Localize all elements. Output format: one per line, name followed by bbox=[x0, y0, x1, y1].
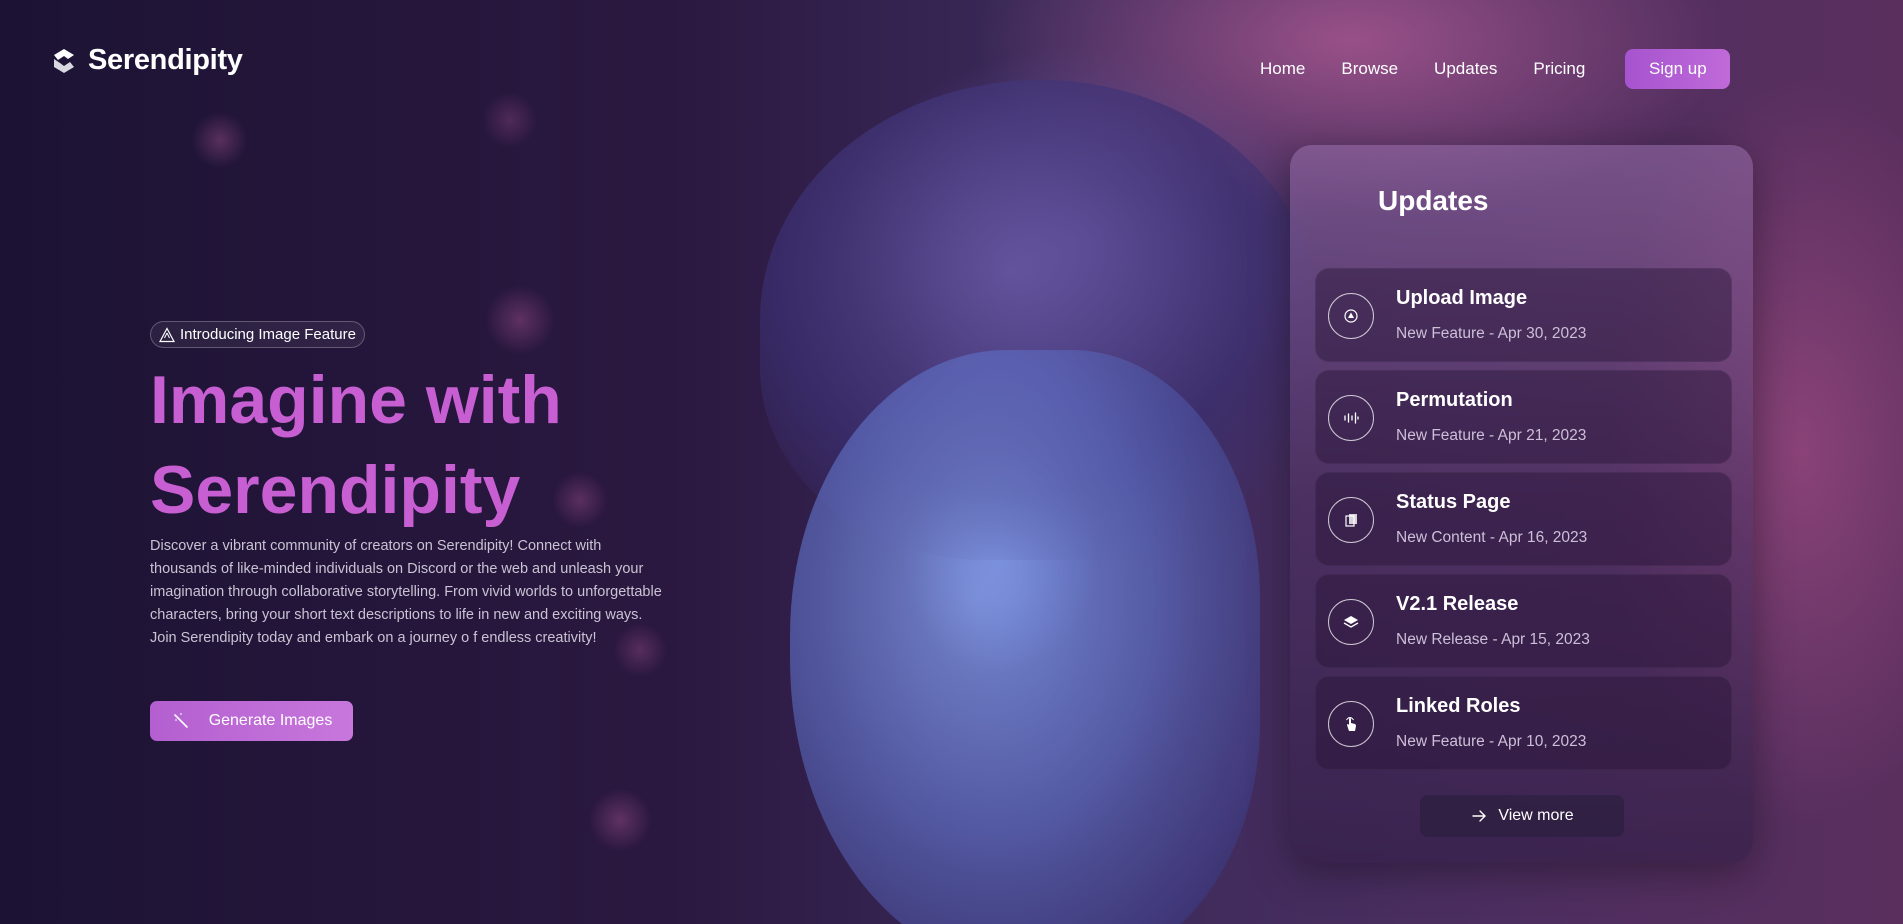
waveform-icon bbox=[1328, 395, 1374, 441]
feature-badge[interactable]: Introducing Image Feature bbox=[150, 321, 365, 348]
nav-home-link[interactable]: Home bbox=[1260, 59, 1305, 79]
update-item-permutation[interactable]: Permutation New Feature - Apr 21, 2023 bbox=[1315, 370, 1732, 464]
update-item-title: Upload Image bbox=[1396, 287, 1528, 309]
upload-icon bbox=[1328, 293, 1374, 339]
arrow-right-icon bbox=[1472, 810, 1487, 822]
update-item-subtitle: New Feature - Apr 10, 2023 bbox=[1396, 733, 1587, 750]
generate-images-label: Generate Images bbox=[208, 712, 333, 729]
nav-updates-link[interactable]: Updates bbox=[1434, 59, 1497, 79]
update-item-title: Linked Roles bbox=[1396, 695, 1521, 717]
update-item-linked-roles[interactable]: Linked Roles New Feature - Apr 10, 2023 bbox=[1315, 676, 1732, 770]
hero-description: Discover a vibrant community of creators… bbox=[150, 538, 662, 646]
nav-pricing-link[interactable]: Pricing bbox=[1533, 59, 1585, 79]
hero-title-line1: Imagine with bbox=[150, 362, 562, 438]
view-more-label: View more bbox=[1498, 807, 1574, 824]
signup-button[interactable]: Sign up bbox=[1625, 49, 1731, 89]
view-more-button[interactable]: View more bbox=[1420, 795, 1624, 837]
update-item-title: V2.1 Release bbox=[1396, 593, 1519, 615]
update-item-subtitle: New Release - Apr 15, 2023 bbox=[1396, 631, 1590, 648]
brand-logo[interactable]: Serendipity bbox=[48, 44, 243, 77]
update-item-title: Status Page bbox=[1396, 491, 1511, 513]
update-item-status-page[interactable]: Status Page New Content - Apr 16, 2023 bbox=[1315, 472, 1732, 566]
update-item-upload-image[interactable]: Upload Image New Feature - Apr 30, 2023 bbox=[1315, 268, 1732, 362]
update-item-title: Permutation bbox=[1396, 389, 1513, 411]
layers-icon bbox=[1328, 599, 1374, 645]
tap-hand-icon bbox=[1328, 701, 1374, 747]
background-face-art bbox=[790, 350, 1260, 924]
magic-wand-icon bbox=[173, 713, 188, 728]
update-item-subtitle: New Feature - Apr 21, 2023 bbox=[1396, 427, 1587, 444]
feature-badge-label: Introducing Image Feature bbox=[180, 326, 356, 343]
updates-title: Updates bbox=[1378, 185, 1489, 216]
warning-triangle-icon bbox=[159, 326, 175, 342]
hero-title: Imagine with Serendipity bbox=[150, 355, 710, 535]
serendipity-logo-icon bbox=[54, 48, 74, 73]
generate-images-button[interactable]: Generate Images bbox=[150, 701, 353, 741]
pages-icon bbox=[1328, 497, 1374, 543]
updates-card: Updates Upload Image New Feature - Apr 3… bbox=[1290, 145, 1753, 863]
update-item-v21-release[interactable]: V2.1 Release New Release - Apr 15, 2023 bbox=[1315, 574, 1732, 668]
hero-title-line2: Serendipity bbox=[150, 452, 521, 528]
main-nav: Home Browse Updates Pricing Sign up bbox=[1260, 49, 1731, 89]
update-item-subtitle: New Feature - Apr 30, 2023 bbox=[1396, 325, 1587, 342]
update-item-subtitle: New Content - Apr 16, 2023 bbox=[1396, 529, 1588, 546]
nav-browse-link[interactable]: Browse bbox=[1341, 59, 1398, 79]
brand-name: Serendipity bbox=[88, 44, 243, 76]
